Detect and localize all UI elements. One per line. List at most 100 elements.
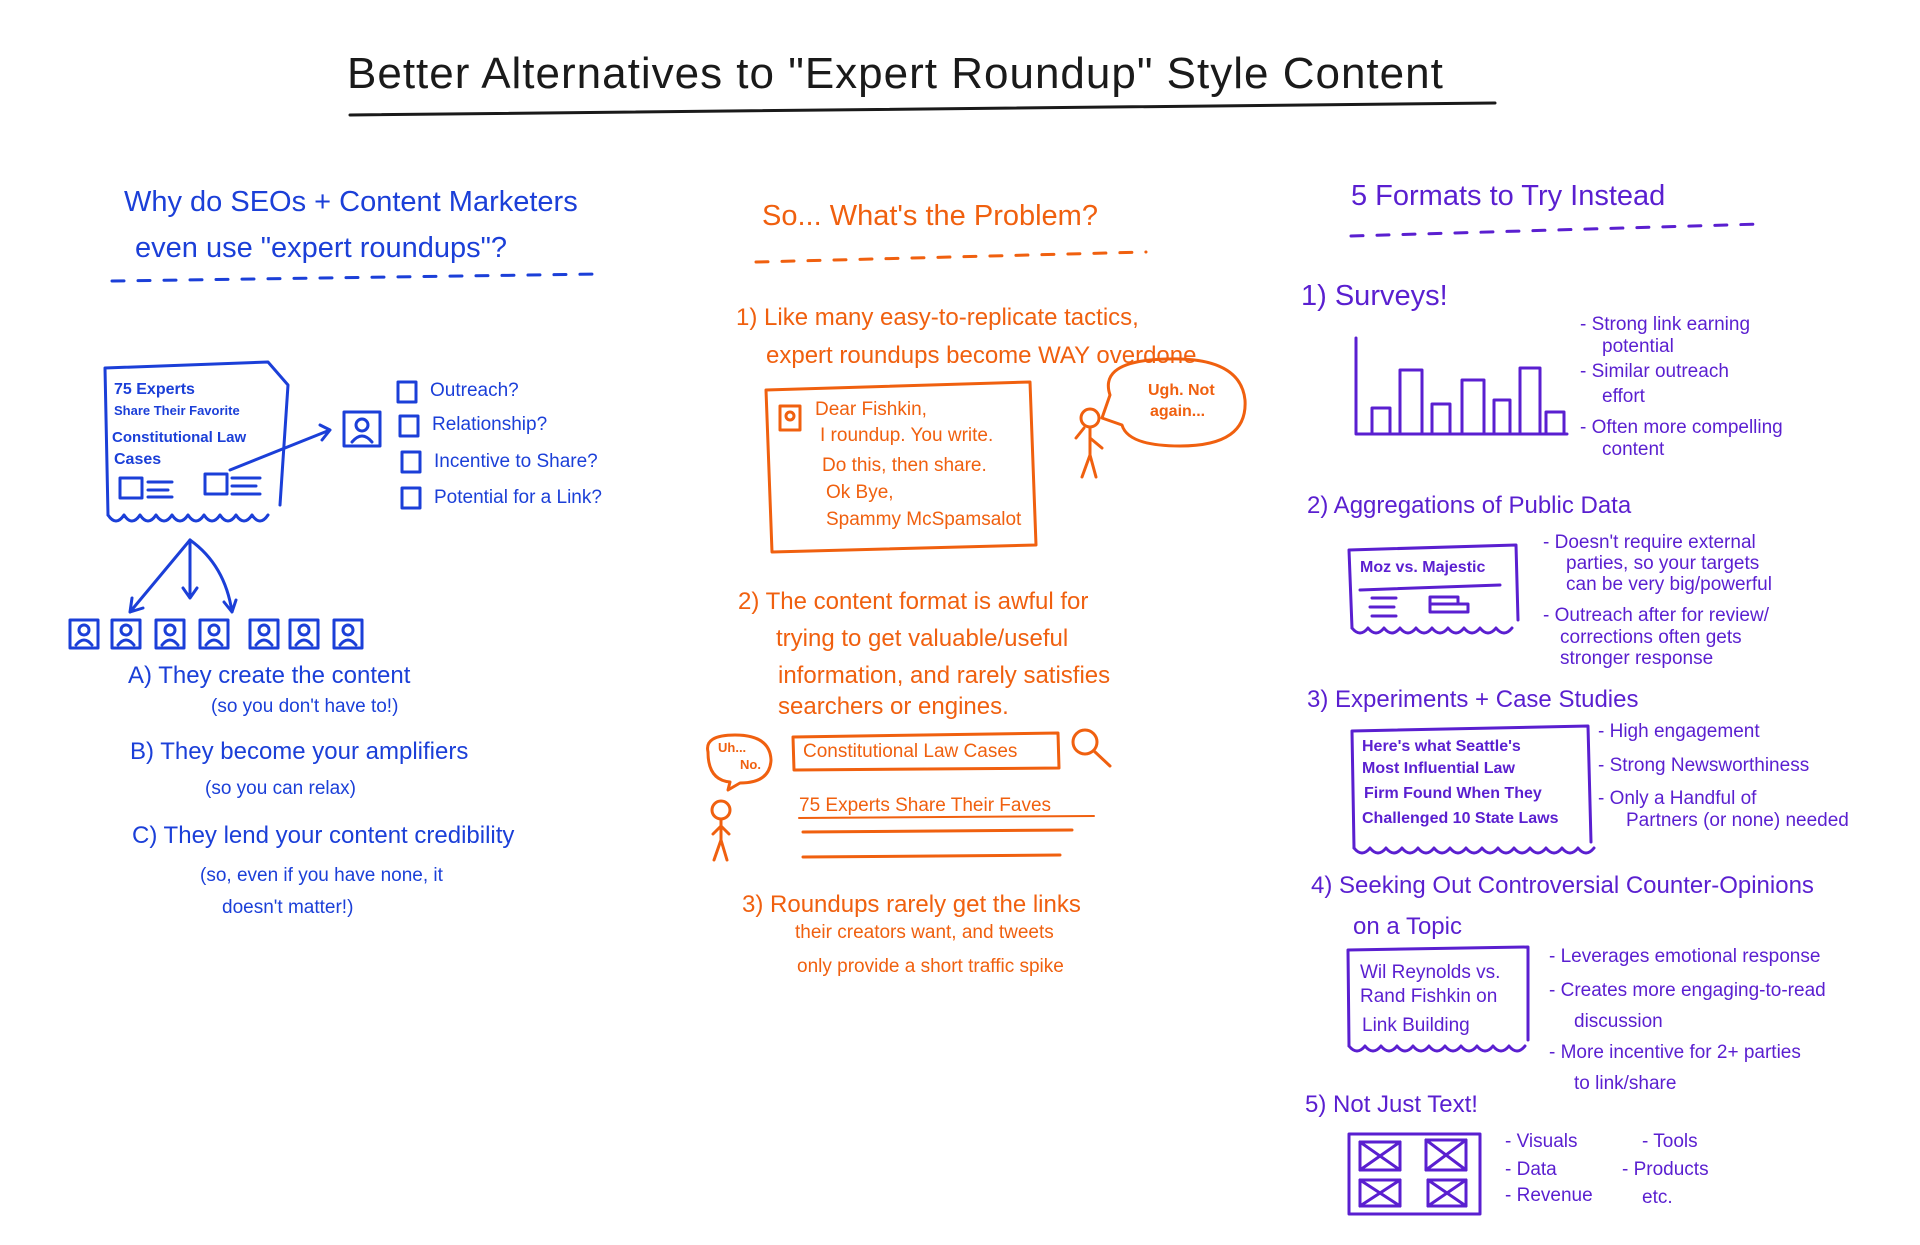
right-heading: 5 Formats to Try Instead (1351, 180, 1666, 212)
result-underline (798, 815, 1095, 819)
problem-2-line-4: searchers or engines. (778, 693, 1009, 720)
checklist-item: Incentive to Share? (434, 451, 598, 472)
format-4-bullet: - Creates more engaging-to-read (1549, 980, 1826, 1001)
letter-line: Do this, then share. (822, 455, 987, 476)
expert-person-icon (288, 618, 320, 650)
format-3-box-line: Firm Found When They (1364, 785, 1542, 802)
format-3-bullet: - Only a Handful of (1598, 788, 1757, 809)
format-3-box-line: Most Influential Law (1362, 760, 1515, 777)
reason-c: C) They lend your content credibility (132, 822, 515, 849)
reason-c-note-2: doesn't matter!) (222, 897, 354, 918)
doc-line-3: Constitutional Law (112, 429, 247, 446)
format-3-box-line: Here's what Seattle's (1362, 738, 1521, 755)
bubble-2-line-2: No. (740, 757, 761, 772)
magnifier-icon (1071, 728, 1112, 768)
format-1-label: 1) Surveys! (1301, 280, 1448, 312)
right-dashed-divider (1349, 222, 1762, 238)
doc-line-1: 75 Experts (114, 381, 195, 398)
format-4-label: 4) Seeking Out Controversial Counter-Opi… (1311, 872, 1814, 899)
problem-3-line-3: only provide a short traffic spike (797, 956, 1064, 977)
search-query: Constitutional Law Cases (803, 741, 1018, 762)
problem-1-line-1: 1) Like many easy-to-replicate tactics, (736, 304, 1139, 331)
left-dashed-divider (110, 272, 603, 283)
problem-2-line-2: trying to get valuable/useful (776, 625, 1069, 652)
reason-b-note: (so you can relax) (205, 778, 357, 799)
doc-line-4: Cases (114, 451, 162, 468)
middle-heading: So... What's the Problem? (762, 200, 1098, 232)
format-1-bullet: content (1602, 439, 1665, 460)
bubble-2-line-1: Uh... (718, 740, 747, 755)
problem-1-line-2: expert roundups become WAY overdone (766, 342, 1197, 369)
expert-person-icon (110, 618, 142, 650)
expert-person-icon (154, 618, 186, 650)
format-5-bullet: - Revenue (1505, 1185, 1593, 1206)
format-2-box-title: Moz vs. Majestic (1360, 559, 1486, 576)
format-2-bullet: - Outreach after for review/ (1543, 605, 1769, 626)
letter-line: I roundup. You write. (820, 425, 994, 446)
checklist-item: Relationship? (432, 414, 548, 435)
format-3-box-line: Challenged 10 State Laws (1362, 810, 1559, 827)
reason-b: B) They become your amplifiers (130, 738, 469, 765)
format-1-bullet: - Similar outreach (1580, 361, 1729, 382)
reason-a: A) They create the content (128, 662, 411, 689)
format-4-bullet: - More incentive for 2+ parties (1549, 1042, 1801, 1063)
reason-c-note-1: (so, even if you have none, it (200, 865, 443, 886)
format-2-bullet: stronger response (1560, 648, 1714, 669)
format-3-bullet: - Strong Newsworthiness (1598, 755, 1810, 776)
format-1-bullet: - Often more compelling (1580, 417, 1783, 438)
result-line-1 (801, 828, 1074, 859)
expert-person-icon (332, 618, 364, 650)
format-4-box-line: Rand Fishkin on (1360, 986, 1498, 1007)
format-1-bullet: effort (1602, 386, 1645, 407)
problem-3-line-2: their creators want, and tweets (795, 922, 1054, 943)
letter-line: Dear Fishkin, (815, 399, 927, 420)
checklist-item: Potential for a Link? (434, 487, 602, 508)
letter-line: Spammy McSpamsalot (826, 509, 1022, 530)
format-3-bullet: - High engagement (1598, 721, 1760, 742)
format-5-bullet: - Tools (1642, 1131, 1698, 1152)
bubble-1-line-2: again... (1150, 403, 1206, 420)
visuals-grid-icon (1347, 1132, 1482, 1216)
format-2-bullet: can be very big/powerful (1566, 574, 1772, 595)
expert-icons-row (68, 618, 364, 650)
format-4-bullet: - Leverages emotional response (1549, 946, 1821, 967)
problem-3-line-1: 3) Roundups rarely get the links (742, 891, 1081, 918)
page-title: Better Alternatives to "Expert Roundup" … (347, 49, 1444, 98)
left-heading-line-1: Why do SEOs + Content Marketers (124, 186, 578, 218)
format-5-bullet: - Products (1622, 1159, 1709, 1180)
format-1-bullet: - Strong link earning (1580, 314, 1751, 335)
format-2-bullet: - Doesn't require external (1543, 532, 1756, 553)
format-5-label: 5) Not Just Text! (1305, 1091, 1478, 1118)
doc-line-2: Share Their Favorite (114, 403, 240, 418)
format-2-bullet: corrections often gets (1560, 627, 1742, 648)
format-2-label: 2) Aggregations of Public Data (1307, 492, 1632, 519)
format-3-label: 3) Experiments + Case Studies (1307, 686, 1639, 713)
expert-person-icon (248, 618, 280, 650)
person-box-icon (342, 410, 382, 448)
expert-person-icon (198, 618, 230, 650)
format-4-bullet: to link/share (1574, 1073, 1677, 1094)
problem-2-line-1: 2) The content format is awful for (738, 588, 1089, 615)
checklist-item: Outreach? (430, 380, 519, 401)
format-5-bullet: - Data (1505, 1159, 1557, 1180)
format-4-box-line: Link Building (1362, 1015, 1470, 1036)
format-5-bullet: etc. (1642, 1187, 1673, 1208)
expert-person-icon (68, 618, 100, 650)
bubble-1-line-1: Ugh. Not (1148, 382, 1215, 399)
problem-2-line-3: information, and rarely satisfies (778, 662, 1111, 689)
whiteboard: Better Alternatives to "Expert Roundup" … (0, 0, 1920, 1245)
search-result-title: 75 Experts Share Their Faves (799, 795, 1052, 816)
format-2-bullet: parties, so your targets (1566, 553, 1760, 574)
reason-a-note: (so you don't have to!) (211, 696, 399, 717)
format-4-label-2: on a Topic (1353, 913, 1462, 940)
bar-chart-sketch (1354, 336, 1569, 436)
checkboxes (396, 380, 422, 510)
middle-dashed-divider (754, 250, 1148, 264)
format-4-box-line: Wil Reynolds vs. (1360, 962, 1501, 983)
title-underline (348, 101, 1497, 117)
left-heading-line-2: even use "expert roundups"? (135, 232, 508, 264)
format-4-bullet: discussion (1574, 1011, 1663, 1032)
letter-line: Ok Bye, (826, 482, 894, 503)
format-1-bullet: potential (1602, 336, 1674, 357)
format-5-bullet: - Visuals (1505, 1131, 1578, 1152)
